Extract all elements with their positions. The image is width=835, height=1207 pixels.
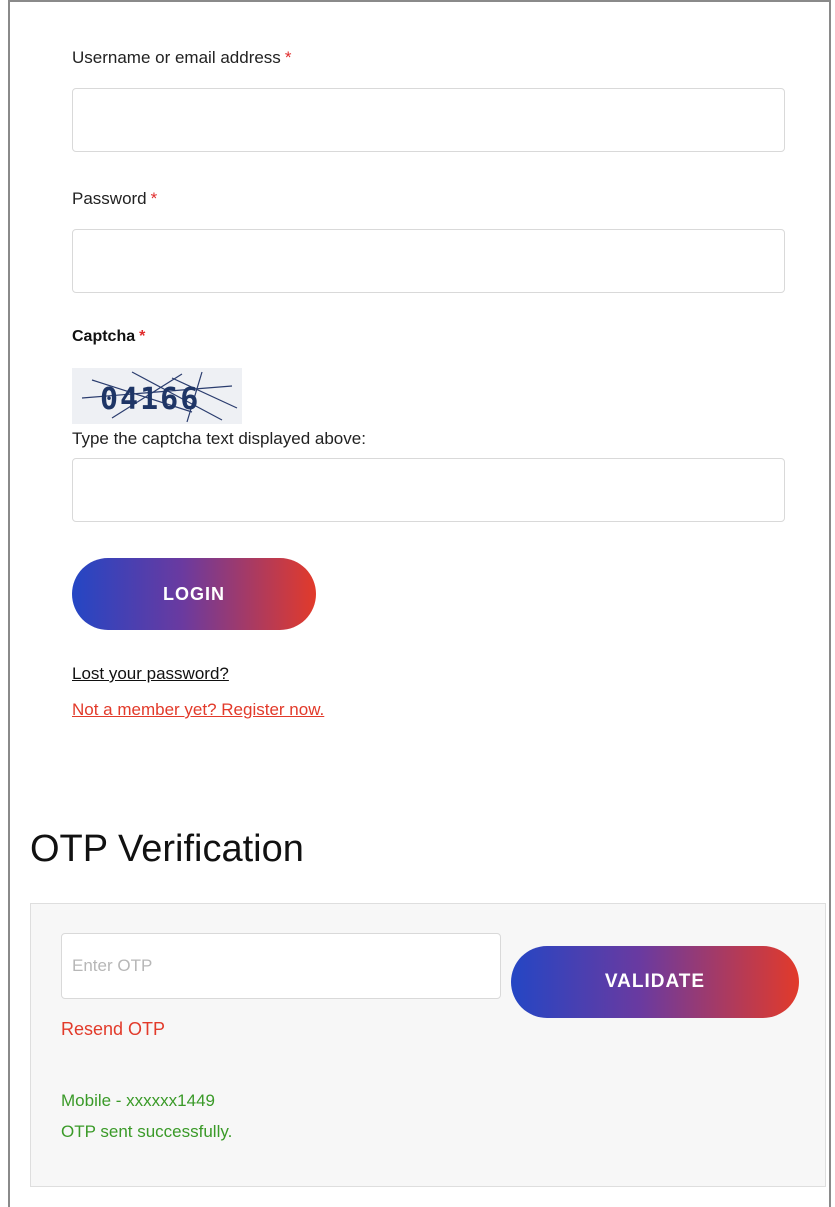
login-button[interactable]: LOGIN [72, 558, 316, 630]
username-input[interactable] [72, 88, 785, 152]
mobile-number: Mobile - xxxxxx1449 [61, 1091, 216, 1110]
register-link[interactable]: Not a member yet? Register now. [72, 700, 324, 720]
captcha-label-text: Captcha [72, 328, 136, 345]
resend-otp-link[interactable]: Resend OTP [61, 1019, 165, 1040]
otp-input[interactable] [61, 933, 501, 999]
otp-status-message: OTP sent successfully. [61, 1122, 233, 1141]
required-mark: * [284, 48, 292, 67]
lost-password-link[interactable]: Lost your password? [72, 664, 229, 684]
required-mark: * [150, 189, 158, 208]
captcha-text: 04166 [100, 382, 200, 417]
username-label-text: Username or email address [72, 48, 281, 67]
captcha-label: Captcha * [72, 328, 145, 346]
username-label: Username or email address * [72, 48, 291, 68]
captcha-input[interactable] [72, 458, 785, 522]
captcha-image: 04166 [72, 368, 242, 424]
captcha-hint: Type the captcha text displayed above: [72, 429, 366, 448]
password-label: Password * [72, 189, 157, 209]
validate-button[interactable]: VALIDATE [511, 946, 799, 1018]
otp-title: OTP Verification [30, 828, 304, 870]
required-mark: * [139, 328, 146, 345]
password-input[interactable] [72, 229, 785, 293]
password-label-text: Password [72, 189, 147, 208]
